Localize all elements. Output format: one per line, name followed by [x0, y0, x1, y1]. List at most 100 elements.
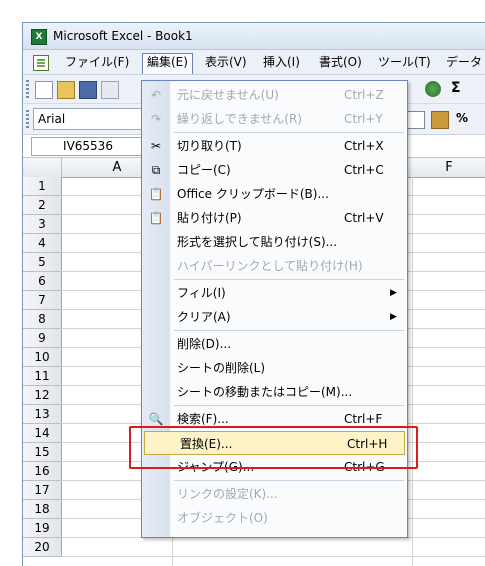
menu-item-object[interactable]: オブジェクト(O) [142, 506, 407, 530]
workbook-icon[interactable] [33, 55, 49, 71]
menu-item-delete[interactable]: 削除(D)... [142, 332, 407, 356]
menu-item-shortcut: Ctrl+Y [344, 112, 383, 126]
row-header[interactable]: 10 [23, 348, 62, 367]
name-box[interactable]: IV65536 [31, 137, 145, 156]
redo-icon: ↷ [150, 112, 162, 126]
menu-format[interactable]: 書式(O) [315, 54, 366, 71]
menu-item-label: 元に戻せません(U) [177, 88, 279, 102]
column-header-f[interactable]: F [412, 158, 485, 177]
percent-style-icon[interactable]: % [456, 111, 468, 125]
edit-menu-dropdown: ↶ 元に戻せません(U) Ctrl+Z ↷ 繰り返しできません(R) Ctrl+Y ✂ 切り取… [141, 80, 408, 538]
row-header[interactable]: 17 [23, 481, 62, 500]
new-icon[interactable] [35, 81, 53, 99]
open-folder-icon[interactable] [57, 81, 75, 99]
row-header[interactable]: 19 [23, 519, 62, 538]
row-header[interactable]: 9 [23, 329, 62, 348]
menu-item-copy[interactable]: ⧉ コピー(C) Ctrl+C [142, 158, 407, 182]
menu-insert[interactable]: 挿入(I) [259, 54, 304, 71]
menu-item-links[interactable]: リンクの設定(K)... [142, 482, 407, 506]
menu-view[interactable]: 表示(V) [201, 54, 251, 71]
menu-item-label: ハイパーリンクとして貼り付け(H) [177, 259, 363, 273]
menu-item-label: リンクの設定(K)... [177, 487, 278, 501]
menu-item-undo[interactable]: ↶ 元に戻せません(U) Ctrl+Z [142, 83, 407, 107]
menu-separator [174, 480, 404, 481]
menu-file[interactable]: ファイル(F) [61, 54, 133, 71]
menu-edit[interactable]: 編集(E) [142, 53, 193, 74]
menu-item-paste-special[interactable]: 形式を選択して貼り付け(S)... [142, 230, 407, 254]
menu-item-fill[interactable]: フィル(I) ▶ [142, 281, 407, 305]
menu-item-delete-sheet[interactable]: シートの削除(L) [142, 356, 407, 380]
currency-icon[interactable] [431, 111, 449, 129]
copy-icon: ⧉ [151, 163, 161, 177]
menu-separator [174, 279, 404, 280]
menu-data[interactable]: データ [442, 54, 485, 71]
row-header[interactable]: 14 [23, 424, 62, 443]
menu-item-shortcut: Ctrl+C [344, 163, 384, 177]
merge-center-icon[interactable] [407, 111, 425, 129]
menu-tools[interactable]: ツール(T) [374, 54, 435, 71]
highlight-box [129, 426, 418, 469]
row-header[interactable]: 20 [23, 538, 62, 557]
permission-icon[interactable] [101, 81, 119, 99]
menu-item-clear[interactable]: クリア(A) ▶ [142, 305, 407, 329]
menu-item-label: 切り取り(T) [177, 139, 242, 153]
select-all-corner[interactable] [23, 158, 62, 177]
menu-item-label: オブジェクト(O) [177, 511, 268, 525]
save-icon[interactable] [79, 81, 97, 99]
toolbar-grip[interactable] [26, 80, 29, 98]
submenu-arrow-icon: ▶ [390, 288, 397, 298]
row-header[interactable]: 18 [23, 500, 62, 519]
menu-item-label: シートの移動またはコピー(M)... [177, 385, 353, 399]
gridline [61, 556, 485, 557]
row-header[interactable]: 2 [23, 196, 62, 215]
menu-item-cut[interactable]: ✂ 切り取り(T) Ctrl+X [142, 134, 407, 158]
menu-item-shortcut: Ctrl+Z [344, 88, 384, 102]
window-title: Microsoft Excel - Book1 [53, 29, 193, 43]
hyperlink-icon[interactable] [425, 81, 441, 97]
menu-item-label: 貼り付け(P) [177, 211, 242, 225]
clipboard-icon: 📋 [148, 187, 164, 201]
menu-item-label: フィル(I) [177, 286, 226, 300]
row-header[interactable]: 13 [23, 405, 62, 424]
menu-item-label: 削除(D)... [177, 337, 232, 351]
menu-item-paste[interactable]: 📋 貼り付け(P) Ctrl+V [142, 206, 407, 230]
menu-separator [174, 330, 404, 331]
row-header[interactable]: 15 [23, 443, 62, 462]
menu-item-label: 形式を選択して貼り付け(S)... [177, 235, 338, 249]
toolbar-grip[interactable] [26, 110, 29, 128]
undo-icon: ↶ [150, 88, 162, 102]
menu-item-label: クリア(A) [177, 310, 231, 324]
menu-item-shortcut: Ctrl+X [344, 139, 384, 153]
row-header[interactable]: 7 [23, 291, 62, 310]
menu-item-paste-as-hyperlink[interactable]: ハイパーリンクとして貼り付け(H) [142, 254, 407, 278]
row-header[interactable]: 12 [23, 386, 62, 405]
gridline [412, 177, 413, 566]
autosum-icon[interactable]: Σ [451, 80, 461, 96]
row-header[interactable]: 11 [23, 367, 62, 386]
font-name-select[interactable]: Arial [33, 108, 149, 130]
row-header[interactable]: 16 [23, 462, 62, 481]
menu-item-redo[interactable]: ↷ 繰り返しできません(R) Ctrl+Y [142, 107, 407, 131]
row-header[interactable]: 1 [23, 177, 62, 196]
menu-item-label: Office クリップボード(B)... [177, 187, 329, 201]
row-header[interactable]: 5 [23, 253, 62, 272]
title-bar: X Microsoft Excel - Book1 [23, 23, 485, 50]
row-header[interactable]: 8 [23, 310, 62, 329]
paste-icon: 📋 [148, 211, 164, 225]
find-icon: 🔍 [148, 412, 164, 426]
menu-separator [174, 132, 404, 133]
row-header[interactable]: 4 [23, 234, 62, 253]
menu-item-office-clipboard[interactable]: 📋 Office クリップボード(B)... [142, 182, 407, 206]
menu-separator [174, 405, 404, 406]
menu-item-label: コピー(C) [177, 163, 231, 177]
menu-item-label: 繰り返しできません(R) [177, 112, 302, 126]
row-header[interactable]: 3 [23, 215, 62, 234]
menu-item-shortcut: Ctrl+V [344, 211, 384, 225]
menu-item-label: シートの削除(L) [177, 361, 266, 375]
submenu-arrow-icon: ▶ [390, 312, 397, 322]
scissors-icon: ✂ [150, 139, 162, 153]
excel-app-icon: X [31, 29, 47, 45]
menu-bar: ファイル(F) 編集(E) 表示(V) 挿入(I) 書式(O) ツール(T) デ… [23, 50, 485, 75]
menu-item-move-copy-sheet[interactable]: シートの移動またはコピー(M)... [142, 380, 407, 404]
row-header[interactable]: 6 [23, 272, 62, 291]
